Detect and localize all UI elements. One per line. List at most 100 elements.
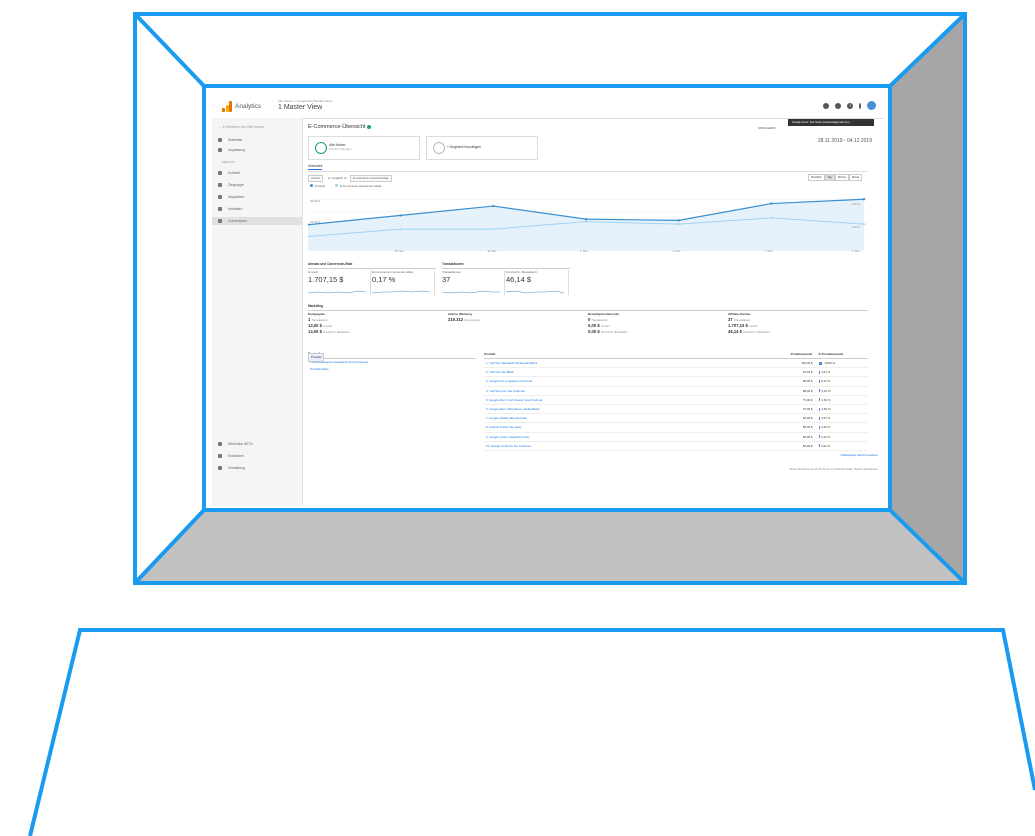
revenue-cr-box: Umsatz und Conversion-Rate Umsatz 1.707,… [308,262,436,296]
pct-text: 5,15 % [821,388,831,393]
data-point-cr[interactable] [677,223,680,226]
more-vert-icon[interactable] [859,102,861,109]
aov-card[interactable]: Durchschn. Bestellwert 46,14 $ [506,270,569,295]
breadcrumb[interactable]: Alle Konten > Google Merchandise Store [278,99,332,103]
table-row[interactable]: 4. YouTube Icon Tee Charcoal 88,00 $ 5,15 … [484,387,868,396]
table-row[interactable]: 7. Google Toddler Recycled Tee 60,00 $ 3,5… [484,414,868,424]
page-title: E-Commerce-Übersicht [308,124,372,130]
sidebar-item-audience[interactable]: Zielgruppe [218,183,298,187]
bestseller-dimension-category[interactable]: Produktkategorie (erweiterter E-Commerce… [308,359,476,366]
sidebar-item-discover[interactable]: Entdecken [218,454,298,458]
data-point-cr[interactable] [770,216,773,219]
data-point-revenue[interactable] [492,204,495,208]
series-area-revenue [308,199,864,251]
data-point-revenue[interactable] [770,202,773,205]
period-day[interactable]: Tag [824,174,835,181]
chart-controls: Umsatz im Vergleich zu E-Commerce-Conver… [308,174,868,182]
product-name[interactable]: 4. YouTube Icon Tee Charcoal [484,387,763,395]
segment-all-users[interactable]: Alle Nutzer 100,00 % Sitzungen [308,136,420,160]
marketing-col[interactable]: Interne Werbung 219.312 Impressionen [448,312,578,322]
legend-label: E-Commerce-Conversion-Rate [340,184,382,188]
marketing-col-title: Kampagnen [308,312,326,316]
tab-overview[interactable]: Übersicht [308,164,323,170]
transactions-card[interactable]: Transaktionen 37 [442,270,505,295]
product-name[interactable]: 5. Google Men's Tech Fleece Vest Charcoa… [484,396,763,404]
metric-value: 37 [442,275,451,284]
marketing-row: 1 Transaktionen [308,317,438,322]
table-row[interactable]: 2. YouTube Tee Black 52,43 $ 3,61 % [484,368,868,378]
help-icon[interactable]: ? [847,102,853,109]
col-pct: % Produktumsatz [818,352,844,356]
sidebar-item-acquisition[interactable]: Akquisition [218,195,298,199]
table-row[interactable]: 3. Google F/C Longsleeve Charcoal 98,00 $… [484,377,868,387]
pct-bar [818,398,820,402]
reports-section-label: BERICHTE [222,161,236,164]
product-pct: 2,93 % [813,442,868,450]
sidebar-item-attribution[interactable]: Attribution BETA [218,442,298,446]
table-row[interactable]: 9. Google Unisex Sweatshirt Gray 55,00 $ 3… [484,433,868,442]
data-point-revenue[interactable] [862,198,866,201]
data-point-cr[interactable] [585,220,587,223]
table-row[interactable]: 1. YouTube Standards Zip Hoodie Black 169… [484,359,868,369]
sidebar-item-realtime[interactable]: Echtzeit [218,171,298,175]
y-tick-label-right: 0,20 % [852,225,861,229]
avatar[interactable] [867,101,876,110]
sidebar-item-admin[interactable]: Verwaltung [218,466,298,470]
product-name[interactable]: 1. YouTube Standards Zip Hoodie Black [484,359,763,367]
marketing-label: Durchschn. Bestellwert [600,331,628,334]
legend-label: Umsatz [315,184,326,188]
x-tick-label: 1. Dez. [580,250,589,253]
revenue-card[interactable]: Umsatz 1.707,15 $ [308,270,371,295]
sidebar: ⌕ In Berichten und Hilfe suchen Startsei… [212,118,303,506]
data-point-revenue[interactable] [677,219,680,222]
apps-grid-icon[interactable] [835,102,841,109]
product-revenue: 169,00 $ [801,361,813,365]
marketing-value: 37 [728,317,733,322]
metric-select[interactable]: Umsatz [308,175,323,182]
compare-select[interactable]: E-Commerce-Conversion-Rate [350,175,392,182]
marketing-value: 0,00 $ [588,329,600,334]
product-name[interactable]: 8. Android Pocket Tee Navy [484,423,763,431]
full-report-link[interactable]: Vollständigen Bericht ansehen [840,453,878,457]
marketing-col[interactable]: Bestellgutscheincode 0 Transaktionen 0,00 … [588,312,718,334]
bell-icon[interactable] [823,102,829,109]
data-point-revenue[interactable] [399,214,402,217]
product-name[interactable]: 9. Google Unisex Sweatshirt Gray [484,433,763,441]
table-row[interactable]: 6. Google Men's Microfleece Jacket Black… [484,405,868,415]
table-row[interactable]: 10. Google Youth FC Tee Charcoal 50,00 $ 2… [484,442,868,451]
data-point-cr[interactable] [399,228,402,231]
date-range-picker[interactable]: 28.11.2019 - 04.12.2019 [818,138,872,144]
product-revenue: 75,00 $ [802,406,813,411]
marketing-col[interactable]: Kampagnen 1 Transaktionen 13,00 $ Umsatz 13… [308,312,438,334]
bestseller-dimension-brand[interactable]: Produktmarke [308,366,476,373]
bestseller-dimension-product[interactable]: Produkt [308,353,325,362]
save-button[interactable]: SPEICHERN [758,126,776,130]
sidebar-item-conversions[interactable]: Conversions [212,217,302,225]
data-point-revenue[interactable] [584,217,588,221]
table-row[interactable]: 8. Android Pocket Tee Navy 58,00 $ 3,40 % [484,423,868,433]
period-month[interactable]: Monat [848,174,862,181]
period-week[interactable]: Woche [834,174,849,181]
sidebar-search[interactable]: ⌕ In Berichten und Hilfe suchen [220,125,264,129]
product-name[interactable]: 10. Google Youth FC Tee Charcoal [484,442,763,450]
sidebar-item-label: Verhalten [228,207,243,211]
product-name[interactable]: 6. Google Men's Microfleece Jacket Black [484,405,763,413]
sidebar-item-home[interactable]: Startseite [218,138,298,142]
data-point-cr[interactable] [863,223,865,226]
table-row[interactable]: 5. Google Men's Tech Fleece Vest Charcoa… [484,396,868,405]
view-selector[interactable]: 1 Master View [278,104,322,111]
marketing-section: Marketing Kampagnen 1 Transaktionen 13,00 … [308,304,868,334]
marketing-col[interactable]: Affiliate-Partner 37 Transaktionen 1.707,1… [728,312,858,334]
sparkline [372,290,430,294]
product-name[interactable]: 3. Google F/C Longsleeve Charcoal [484,377,763,385]
add-segment-button[interactable]: + Segment hinzufügen [426,136,538,160]
product-name[interactable]: 2. YouTube Tee Black [484,368,763,376]
cr-card[interactable]: E-Commerce-Conversion-Rate 0,17 % [372,270,435,295]
sidebar-item-behavior[interactable]: Verhalten [218,207,298,211]
data-point-cr[interactable] [492,228,495,231]
sidebar-item-customization[interactable]: Anpassung [218,148,298,152]
search-placeholder: In Berichten und Hilfe suchen [222,125,265,129]
product-pct: 3,61 % [813,368,868,376]
product-name[interactable]: 7. Google Toddler Recycled Tee [484,414,763,422]
period-hourly[interactable]: Stündlich [807,174,825,181]
